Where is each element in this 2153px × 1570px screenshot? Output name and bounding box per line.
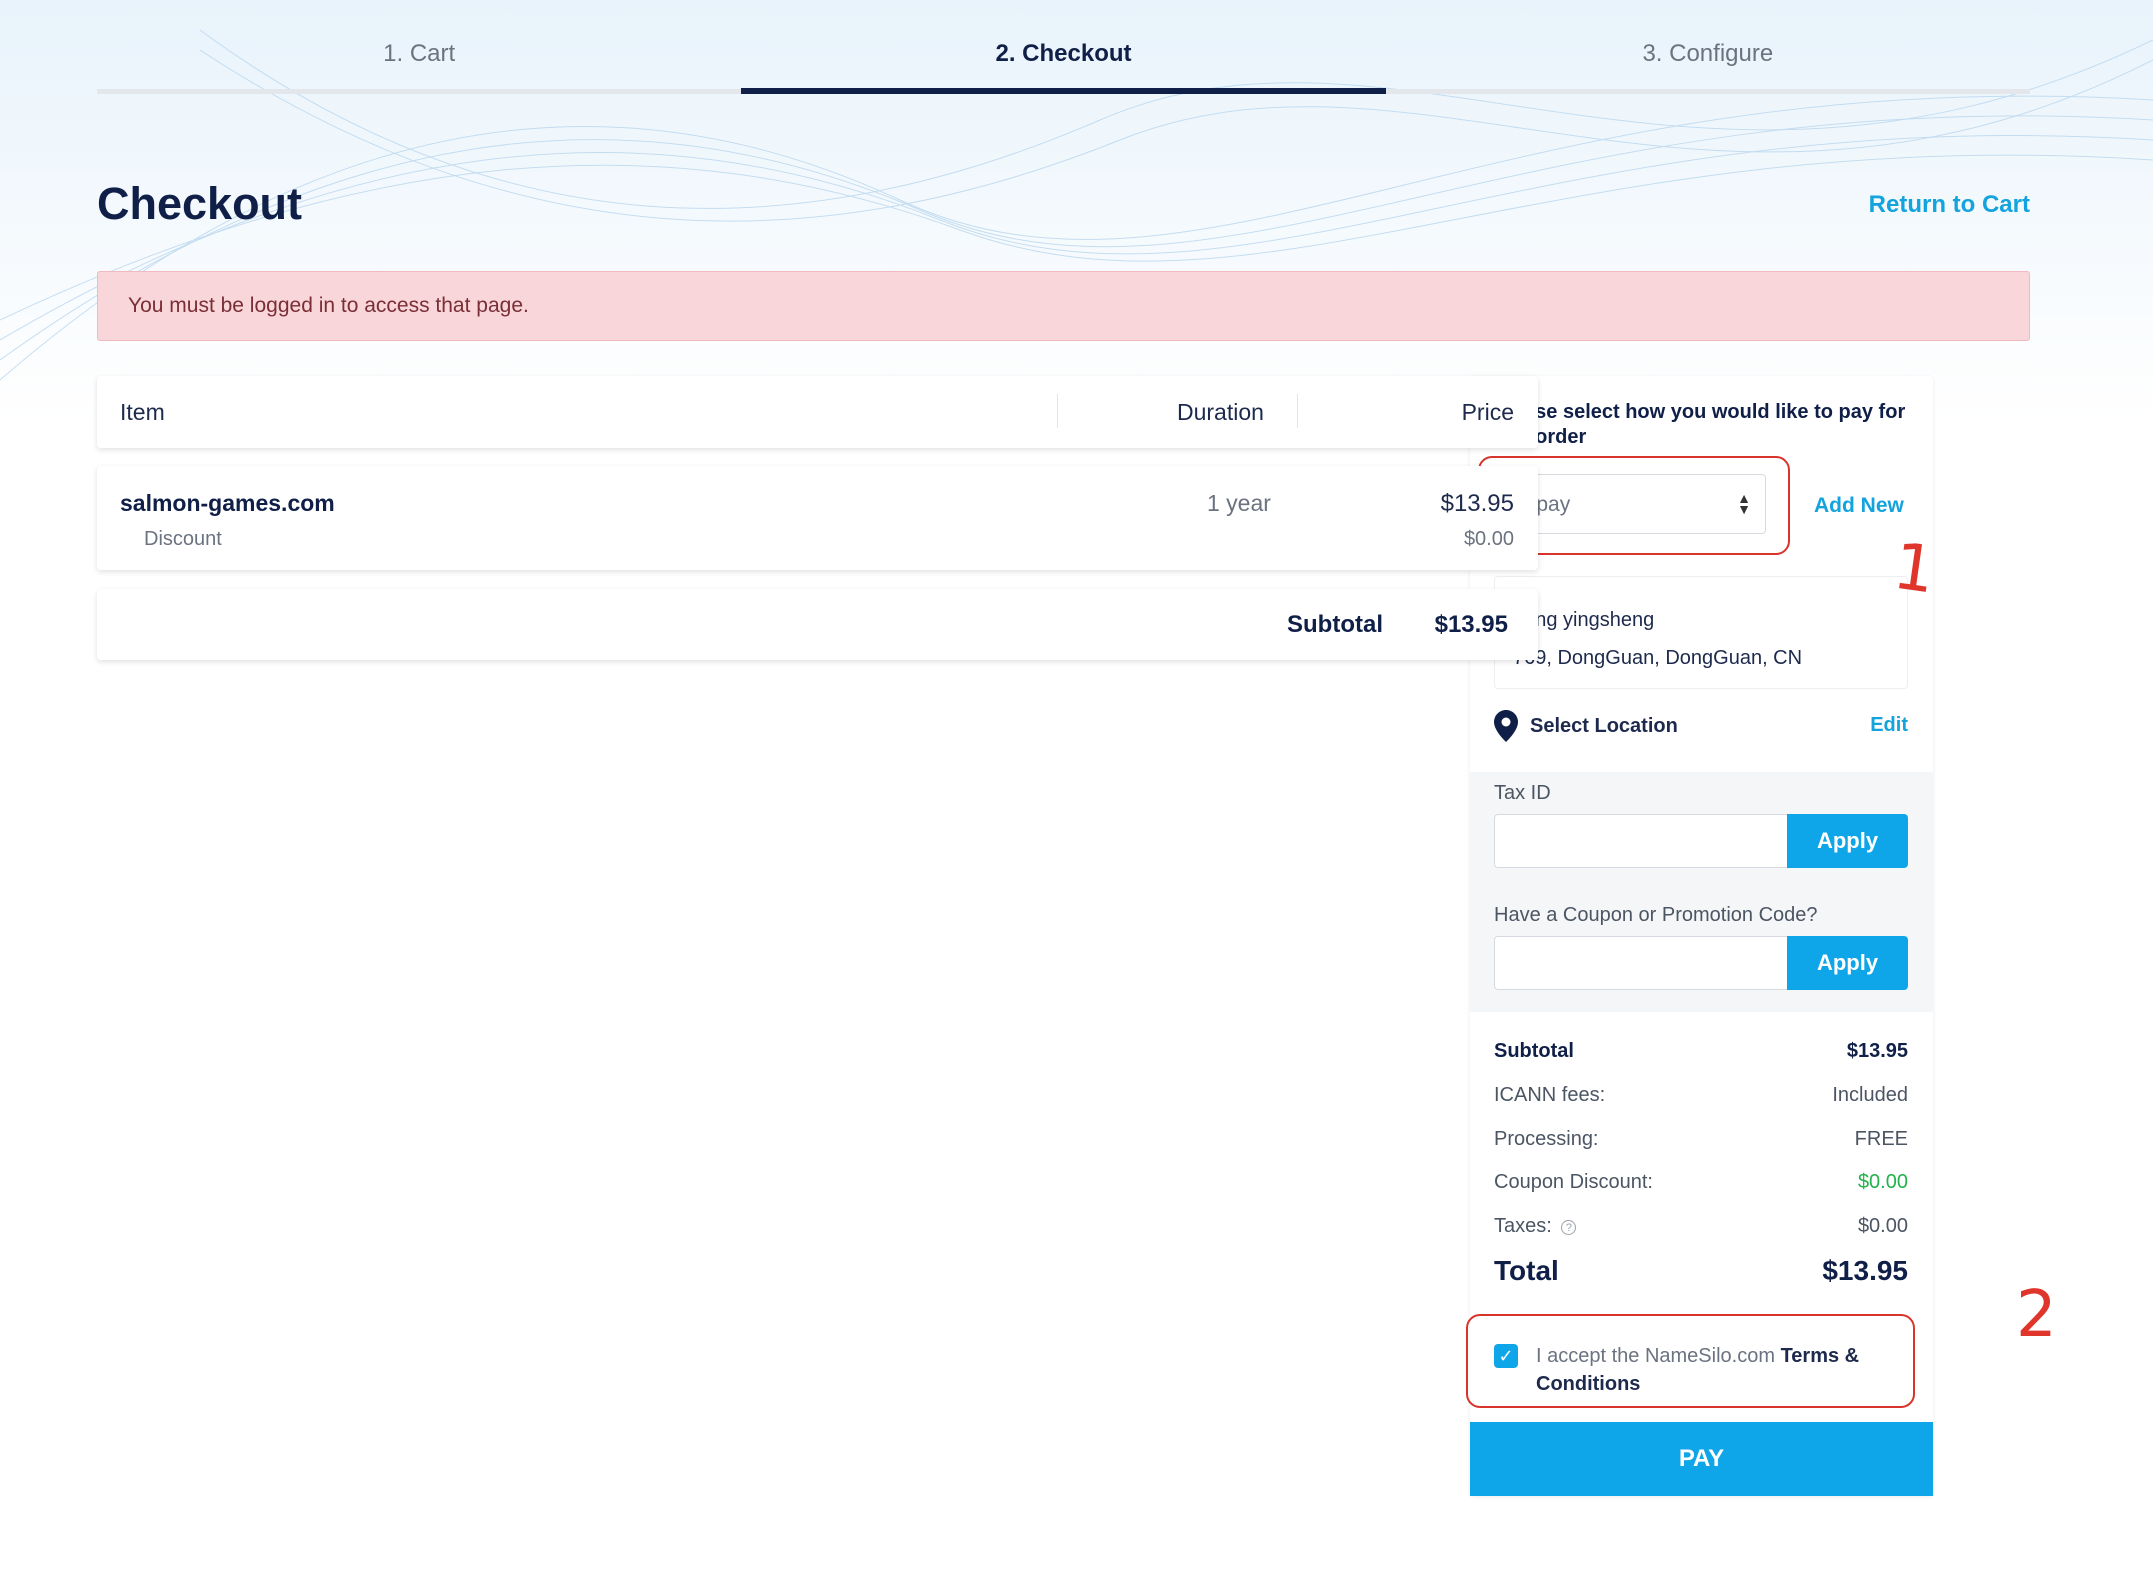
login-alert: You must be logged in to access that pag… <box>97 271 2030 341</box>
tax-id-input[interactable] <box>1494 814 1788 868</box>
header-price: Price <box>1461 399 1514 425</box>
table-row: salmon-games.com 1 year $13.95 Discount … <box>97 466 1538 570</box>
edit-location-link[interactable]: Edit <box>1870 714 1908 737</box>
pay-button[interactable]: PAY <box>1470 1422 1933 1496</box>
processing-value: FREE <box>1854 1128 1908 1150</box>
return-to-cart-link[interactable]: Return to Cart <box>1869 191 2030 219</box>
billing-address-line: 769, DongGuan, DongGuan, CN <box>1513 647 1803 669</box>
coupon-discount-label: Coupon Discount: <box>1494 1171 1653 1193</box>
summary-total: Total $13.95 <box>1494 1255 1908 1287</box>
summary-subtotal: Subtotal $13.95 <box>1494 1040 1908 1063</box>
payment-panel: Please select how you would like to pay … <box>1466 376 1933 1496</box>
billing-name: peng yingsheng <box>1513 609 1655 631</box>
discount-label: Discount <box>144 528 222 550</box>
icann-value: Included <box>1832 1084 1908 1106</box>
summary-icann: ICANN fees: Included <box>1494 1084 1908 1107</box>
coupon-input[interactable] <box>1494 936 1788 990</box>
select-arrows-icon: ▲ ▼ <box>1737 490 1751 517</box>
billing-address: peng yingsheng 769, DongGuan, DongGuan, … <box>1494 576 1908 689</box>
summary-subtotal-value: $13.95 <box>1846 1040 1908 1062</box>
summary-coupon: Coupon Discount: $0.00 <box>1494 1171 1908 1194</box>
coupon-apply-button[interactable]: Apply <box>1787 936 1908 990</box>
summary-taxes: Taxes: ? $0.00 <box>1494 1215 1908 1238</box>
location-pin-icon <box>1494 710 1518 742</box>
processing-label: Processing: <box>1494 1128 1599 1150</box>
tax-apply-button[interactable]: Apply <box>1787 814 1908 868</box>
items-table-header: Item Duration Price <box>97 376 1538 448</box>
terms-text: I accept the NameSilo.com Terms & Condit… <box>1536 1342 1896 1398</box>
subtotal-value: $13.95 <box>1434 611 1508 638</box>
help-icon[interactable]: ? <box>1561 1220 1577 1235</box>
header-divider <box>1057 394 1058 428</box>
coupon-label: Have a Coupon or Promotion Code? <box>1494 904 1818 926</box>
header-item: Item <box>120 399 165 425</box>
taxes-label: Taxes: <box>1494 1215 1552 1237</box>
duration-value: 1 year <box>1207 490 1271 516</box>
total-value: $13.95 <box>1822 1255 1908 1286</box>
payment-question: Please select how you would like to pay … <box>1494 401 1906 448</box>
terms-prefix: I accept the NameSilo.com <box>1536 1345 1781 1367</box>
select-location-label: Select Location <box>1530 714 1678 737</box>
header-divider <box>1297 394 1298 428</box>
table-subtotal: Subtotal $13.95 <box>97 589 1538 660</box>
summary-subtotal-label: Subtotal <box>1494 1040 1574 1062</box>
annotation-number-2: 2 <box>2016 1278 2057 1352</box>
coupon-discount-value: $0.00 <box>1857 1171 1908 1193</box>
add-new-link[interactable]: Add New <box>1814 494 1904 518</box>
header-duration: Duration <box>1177 399 1264 425</box>
price-value: $13.95 <box>1440 490 1514 517</box>
terms-checkbox[interactable]: ✓ <box>1494 1344 1518 1368</box>
total-label: Total <box>1494 1255 1559 1286</box>
select-location[interactable]: Select Location <box>1494 710 1678 742</box>
tax-id-label: Tax ID <box>1494 782 1551 804</box>
domain-name: salmon-games.com <box>120 490 335 516</box>
icann-label: ICANN fees: <box>1494 1084 1606 1106</box>
taxes-value: $0.00 <box>1857 1215 1908 1237</box>
discount-value: $0.00 <box>1463 528 1514 550</box>
subtotal-label: Subtotal <box>1287 611 1383 638</box>
summary-processing: Processing: FREE <box>1494 1128 1908 1151</box>
page-title: Checkout <box>97 178 303 229</box>
progress-active-bar <box>741 88 1386 94</box>
